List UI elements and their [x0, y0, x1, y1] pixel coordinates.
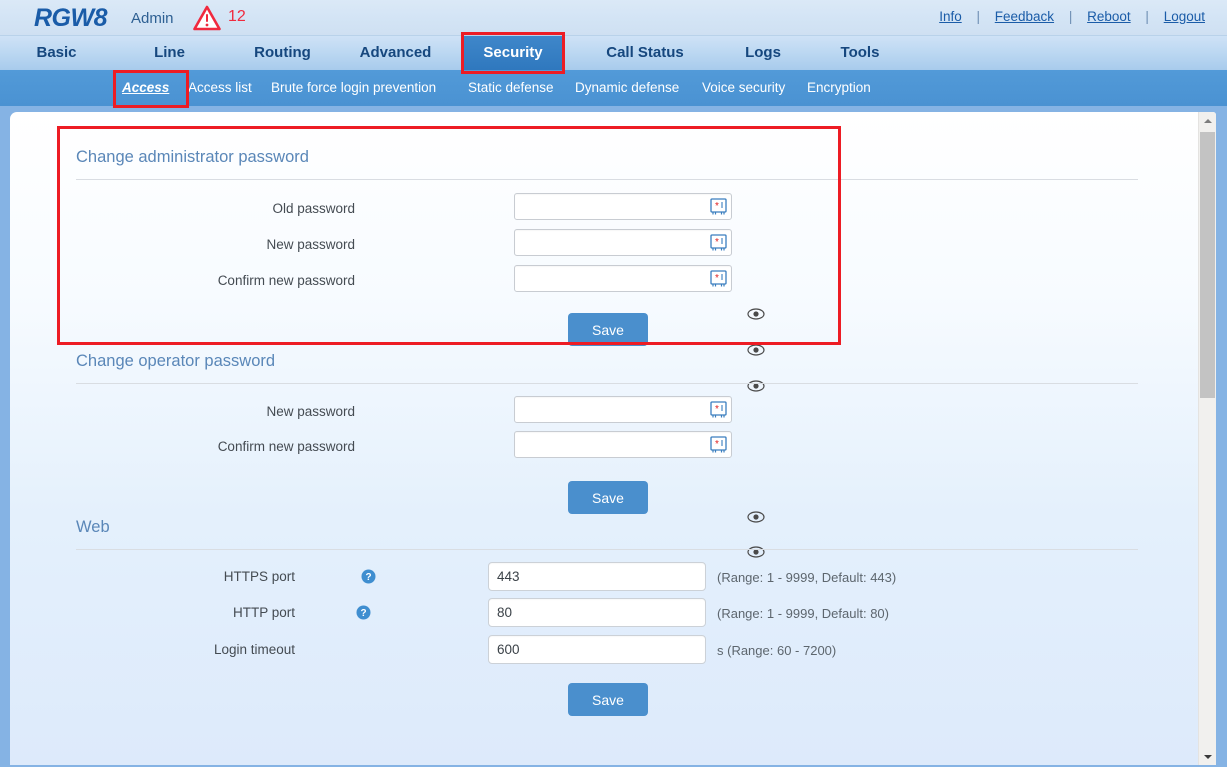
save-button-web[interactable]: Save — [568, 683, 648, 716]
logout-link[interactable]: Logout — [1164, 9, 1205, 24]
link-separator: | — [1145, 9, 1149, 24]
help-question-icon-https-port[interactable]: ? — [361, 569, 376, 584]
subnav-tab-brute-force-login-prevention[interactable]: Brute force login prevention — [271, 70, 436, 106]
scroll-up-arrow-icon — [1203, 118, 1212, 123]
page-body: Change administrator password Old passwo… — [0, 106, 1227, 767]
svg-text:?: ? — [360, 608, 366, 619]
hint-https-port: (Range: 1 - 9999, Default: 443) — [717, 570, 897, 585]
section-divider — [76, 179, 1138, 180]
nav-tab-call-status[interactable]: Call Status — [578, 36, 712, 70]
https-port-input[interactable] — [488, 562, 706, 591]
header-links: Info | Feedback | Reboot | Logout — [937, 9, 1207, 24]
subnav-tab-access[interactable]: Access — [122, 70, 169, 106]
confirm-new-password-field-operator[interactable]: * — [514, 431, 732, 458]
info-link[interactable]: Info — [939, 9, 962, 24]
nav-tab-security[interactable]: Security — [461, 36, 565, 70]
hint-login-timeout: s (Range: 60 - 7200) — [717, 643, 837, 658]
save-button-admin-password[interactable]: Save — [568, 313, 648, 346]
link-separator: | — [976, 9, 980, 24]
http-port-input[interactable] — [488, 598, 706, 627]
ime-indicator-icon: * — [709, 233, 728, 252]
toggle-visibility-new-password-admin-icon[interactable] — [747, 343, 765, 357]
app-logo: RGW8 — [34, 4, 108, 32]
svg-text:*: * — [715, 201, 719, 212]
subnav-tab-encryption[interactable]: Encryption — [807, 70, 871, 106]
svg-text:*: * — [715, 404, 719, 415]
toggle-visibility-old-password-icon[interactable] — [747, 307, 765, 321]
save-button-operator-password[interactable]: Save — [568, 481, 648, 514]
help-question-icon-http-port[interactable]: ? — [356, 605, 371, 620]
toggle-visibility-new-password-operator-icon[interactable] — [747, 510, 765, 524]
old-password-field[interactable]: * — [514, 193, 732, 220]
main-navigation: Basic Line Routing Advanced Security Cal… — [0, 36, 1227, 70]
top-header-bar: RGW8 Admin 12 Info | Feedback | Reboot |… — [0, 0, 1227, 36]
svg-text:*: * — [715, 237, 719, 248]
hint-http-port: (Range: 1 - 9999, Default: 80) — [717, 606, 889, 621]
toggle-visibility-confirm-new-password-operator-icon[interactable] — [747, 545, 765, 559]
warning-count: 12 — [228, 8, 246, 25]
field-label-login-timeout: Login timeout — [213, 642, 295, 657]
scroll-down-button[interactable] — [1199, 748, 1216, 765]
subnav-tab-dynamic-defense[interactable]: Dynamic defense — [575, 70, 679, 106]
confirm-new-password-field-admin[interactable]: * — [514, 265, 732, 292]
ime-indicator-icon: * — [709, 435, 728, 454]
field-label-https-port: HTTPS port — [223, 569, 295, 584]
scroll-down-arrow-icon — [1203, 754, 1212, 759]
reboot-link[interactable]: Reboot — [1087, 9, 1131, 24]
section-title-web: Web — [76, 518, 110, 536]
nav-tab-advanced[interactable]: Advanced — [339, 36, 452, 70]
nav-tab-routing[interactable]: Routing — [226, 36, 339, 70]
link-separator: | — [1068, 9, 1073, 24]
field-label-confirm-new-password-admin: Confirm new password — [217, 273, 355, 288]
warning-triangle-icon[interactable] — [193, 5, 221, 31]
field-label-old-password: Old password — [272, 201, 355, 216]
section-divider — [76, 383, 1138, 384]
sub-navigation: Access Access list Brute force login pre… — [0, 70, 1227, 106]
field-label-new-password-admin: New password — [266, 237, 355, 252]
field-label-confirm-new-password-operator: Confirm new password — [217, 439, 355, 454]
nav-tab-basic[interactable]: Basic — [0, 36, 113, 70]
ime-indicator-icon: * — [709, 400, 728, 419]
subnav-tab-voice-security[interactable]: Voice security — [702, 70, 785, 106]
svg-text:*: * — [715, 439, 719, 450]
nav-tab-tools[interactable]: Tools — [814, 36, 906, 70]
section-title-admin-password: Change administrator password — [76, 148, 309, 166]
nav-tab-line[interactable]: Line — [113, 36, 226, 70]
login-timeout-input[interactable] — [488, 635, 706, 664]
section-divider — [76, 549, 1138, 550]
feedback-link[interactable]: Feedback — [995, 9, 1054, 24]
scrollable-content: Change administrator password Old passwo… — [10, 112, 1192, 765]
subnav-tab-static-defense[interactable]: Static defense — [468, 70, 554, 106]
nav-tab-logs[interactable]: Logs — [712, 36, 814, 70]
field-label-http-port: HTTP port — [232, 605, 295, 620]
new-password-field-operator[interactable]: * — [514, 396, 732, 423]
ime-indicator-icon: * — [709, 197, 728, 216]
user-role-label: Admin — [131, 10, 174, 27]
content-panel: Change administrator password Old passwo… — [10, 112, 1216, 765]
toggle-visibility-confirm-new-password-admin-icon[interactable] — [747, 379, 765, 393]
subnav-tab-access-list[interactable]: Access list — [188, 70, 252, 106]
scrollbar-thumb[interactable] — [1200, 132, 1215, 398]
vertical-scrollbar[interactable] — [1198, 112, 1216, 765]
svg-text:*: * — [715, 273, 719, 284]
scroll-up-button[interactable] — [1199, 112, 1216, 129]
field-label-new-password-operator: New password — [266, 404, 355, 419]
section-title-operator-password: Change operator password — [76, 352, 276, 370]
ime-indicator-icon: * — [709, 269, 728, 288]
svg-text:?: ? — [365, 572, 371, 583]
new-password-field-admin[interactable]: * — [514, 229, 732, 256]
